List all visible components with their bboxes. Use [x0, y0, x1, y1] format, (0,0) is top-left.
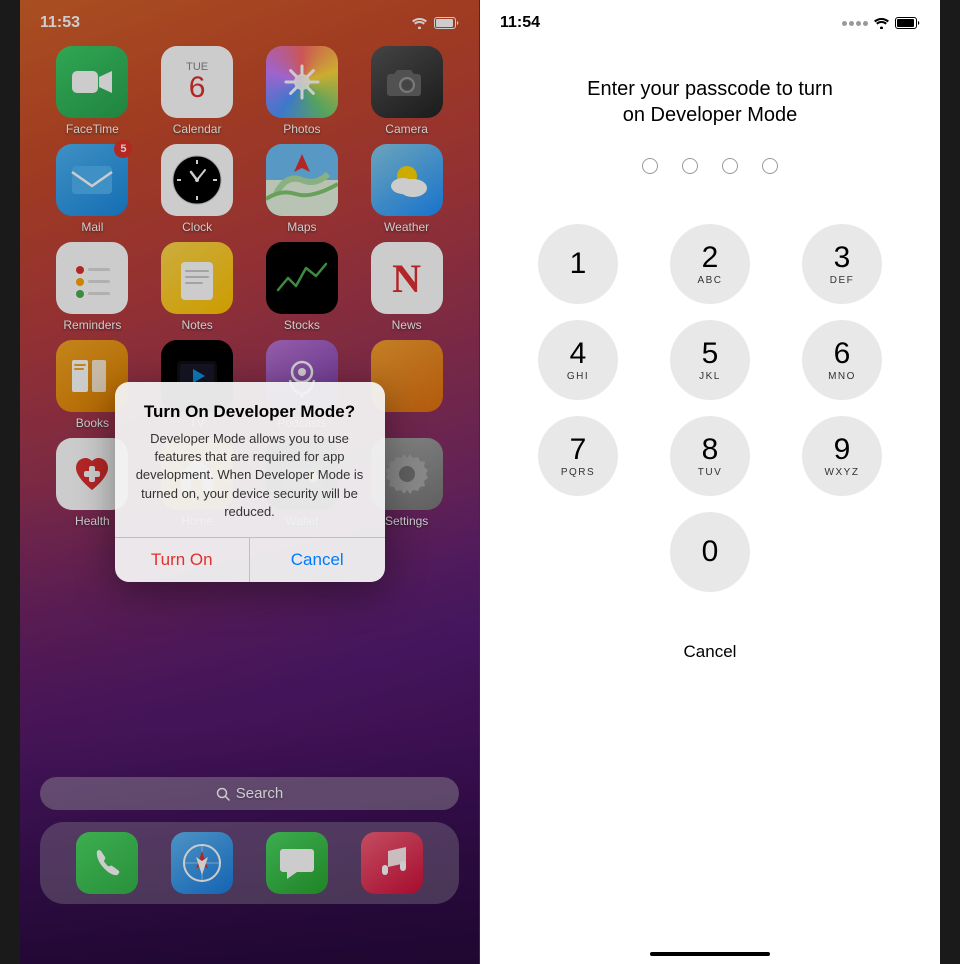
passcode-dot-2 — [682, 158, 698, 174]
home-indicator-right — [480, 934, 940, 964]
left-phone: 11:53 FaceTime — [20, 0, 480, 964]
home-bar — [650, 952, 770, 956]
dot4 — [863, 21, 868, 26]
numpad-1[interactable]: 1 — [538, 224, 618, 304]
numpad-5[interactable]: 5 JKL — [670, 320, 750, 400]
numpad-empty-left — [520, 512, 636, 592]
passcode-cancel-button[interactable]: Cancel — [674, 632, 747, 672]
numpad-2[interactable]: 2 ABC — [670, 224, 750, 304]
numpad-0[interactable]: 0 — [670, 512, 750, 592]
status-icons-right — [842, 17, 920, 29]
developer-mode-dialog: Turn On Developer Mode? Developer Mode a… — [115, 382, 385, 582]
time-right: 11:54 — [500, 14, 540, 32]
numpad-4[interactable]: 4 GHI — [538, 320, 618, 400]
turn-on-button[interactable]: Turn On — [115, 538, 251, 582]
dialog-content: Turn On Developer Mode? Developer Mode a… — [115, 382, 385, 537]
dialog-buttons: Turn On Cancel — [115, 537, 385, 582]
status-bar-right: 11:54 — [480, 0, 940, 36]
numpad-empty-right — [784, 512, 900, 592]
passcode-title: Enter your passcode to turn on Developer… — [580, 76, 840, 128]
passcode-dot-3 — [722, 158, 738, 174]
dialog-message: Developer Mode allows you to use feature… — [131, 430, 369, 521]
numpad: 1 2 ABC 3 DEF 4 GHI 5 JKL 6 MNO — [480, 224, 940, 592]
numpad-9[interactable]: 9 WXYZ — [802, 416, 882, 496]
passcode-dot-1 — [642, 158, 658, 174]
dialog-overlay: Turn On Developer Mode? Developer Mode a… — [20, 0, 479, 964]
numpad-3[interactable]: 3 DEF — [802, 224, 882, 304]
passcode-content: Enter your passcode to turn on Developer… — [480, 36, 940, 934]
right-phone: 11:54 Enter your passcode to turn on Dev… — [480, 0, 940, 964]
wifi-icon-right — [873, 17, 890, 29]
dialog-cancel-button[interactable]: Cancel — [250, 538, 385, 582]
dot1 — [842, 21, 847, 26]
dot3 — [856, 21, 861, 26]
passcode-dot-4 — [762, 158, 778, 174]
numpad-6[interactable]: 6 MNO — [802, 320, 882, 400]
numpad-8[interactable]: 8 TUV — [670, 416, 750, 496]
passcode-dots — [642, 158, 778, 174]
dialog-title: Turn On Developer Mode? — [131, 402, 369, 422]
battery-icon-right — [895, 17, 920, 29]
numpad-7[interactable]: 7 PQRS — [538, 416, 618, 496]
signal-dots — [842, 21, 868, 26]
dot2 — [849, 21, 854, 26]
